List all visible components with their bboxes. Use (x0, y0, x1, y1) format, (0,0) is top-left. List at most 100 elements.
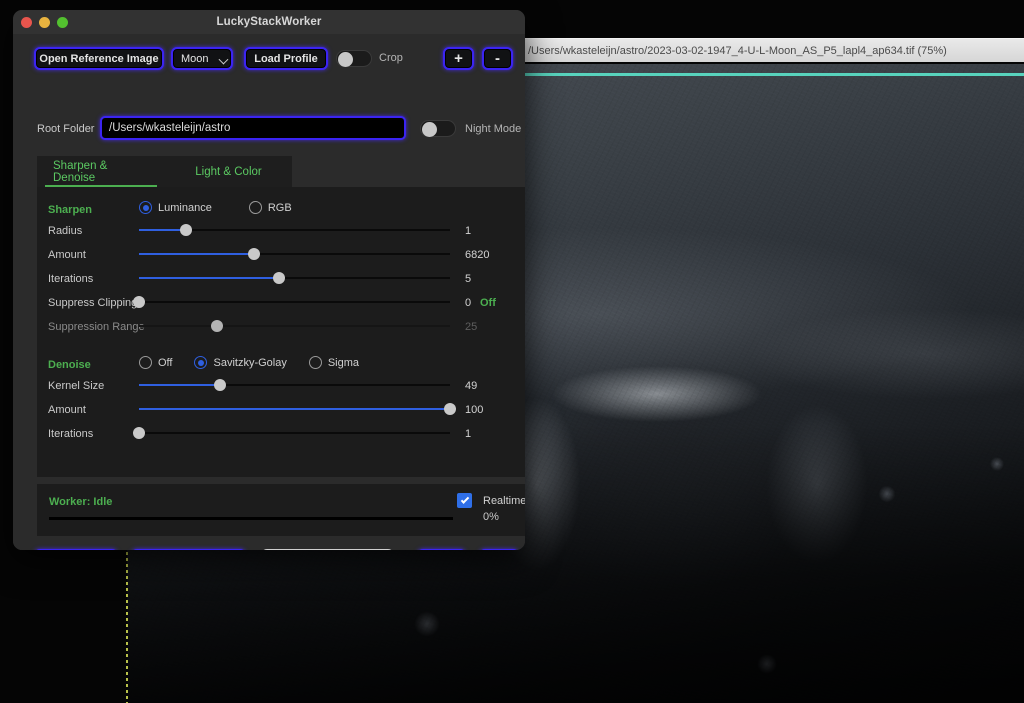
sharpen-section-title: Sharpen (48, 204, 93, 216)
value-denoise-iterations: 1 (465, 428, 472, 440)
zoom-out-button[interactable]: - (482, 47, 513, 70)
value-denoise-amount: 100 (465, 404, 484, 416)
screen: /Users/wkasteleijn/astro/2023-03-02-1947… (0, 0, 1024, 703)
footer-bar: Apply Profile Save Reference Image Downl… (13, 544, 525, 550)
label-denoise-kernel-size: Kernel Size (48, 380, 105, 392)
radio-denoise-sigma[interactable]: Sigma (308, 356, 360, 369)
slider-fill (139, 384, 220, 386)
radio-label: Sigma (327, 356, 360, 369)
slider-denoise-kernel-size[interactable] (139, 377, 450, 393)
radio-icon (308, 356, 322, 369)
tab-bar: Sharpen & Denoise Light & Color (37, 156, 292, 187)
slider-thumb[interactable] (213, 379, 226, 391)
viewer-titlebar[interactable]: /Users/wkasteleijn/astro/2023-03-02-1947… (524, 38, 1024, 62)
radio-denoise-off[interactable]: Off (139, 356, 172, 369)
about-button[interactable]: About (417, 549, 466, 550)
root-folder-input[interactable]: /Users/wkasteleijn/astro (100, 116, 406, 140)
profile-select[interactable]: Moon (171, 47, 233, 70)
slider-denoise-amount[interactable] (139, 401, 456, 417)
radio-label: Off (158, 356, 173, 369)
label-denoise-iterations: Iterations (48, 428, 94, 440)
value-sharpen-amount: 6820 (465, 249, 490, 261)
profile-select-value: Moon (181, 52, 209, 65)
slider-sharpen-iterations[interactable] (139, 270, 450, 286)
value-sharpen-iterations: 5 (465, 273, 472, 285)
check-icon (460, 494, 469, 504)
slider-thumb[interactable] (210, 320, 223, 332)
download-newer-version-button[interactable]: Download newer version! (261, 549, 394, 550)
window-titlebar[interactable]: LuckyStackWorker (13, 10, 525, 34)
minimize-button[interactable] (39, 17, 50, 28)
settings-panel: Sharpen Luminance RGB Radius 1 Amount 68… (37, 187, 525, 477)
label-sharpen-radius: Radius (48, 225, 83, 237)
label-suppression-range: Suppression Range (48, 321, 145, 333)
denoise-mode-radios: Off Savitzky-Golay Sigma (139, 356, 373, 369)
tab-light-color[interactable]: Light & Color (165, 156, 292, 187)
suppress-clipping-state: Off (480, 297, 496, 309)
zoom-in-button[interactable]: + (443, 47, 474, 70)
worker-progress-percent: 0% (483, 511, 499, 523)
realtime-checkbox[interactable] (457, 493, 472, 508)
slider-fill (139, 408, 450, 410)
load-profile-button[interactable]: Load Profile (244, 47, 328, 70)
slider-fill (139, 229, 186, 231)
toolbar-secondary: Root Folder /Users/wkasteleijn/astro Nig… (13, 116, 525, 144)
exit-button[interactable]: Exit (479, 549, 519, 550)
radio-sharpen-rgb[interactable]: RGB (248, 201, 292, 214)
realtime-label: Realtime (483, 495, 525, 507)
slider-thumb[interactable] (248, 248, 261, 260)
save-reference-image-button[interactable]: Save Reference Image (131, 549, 246, 550)
value-suppress-clipping: 0 (465, 297, 472, 309)
crop-label: Crop (379, 52, 403, 64)
worker-status-text: Worker: Idle (49, 496, 113, 508)
night-mode-toggle-knob (422, 122, 437, 137)
radio-sharpen-luminance[interactable]: Luminance (139, 201, 212, 214)
open-reference-image-button[interactable]: Open Reference Image (34, 47, 164, 70)
slider-thumb[interactable] (272, 272, 285, 284)
toolbar-primary: Open Reference Image Moon Load Profile C… (13, 47, 525, 77)
label-sharpen-amount: Amount (48, 249, 86, 261)
root-folder-label: Root Folder (37, 123, 95, 135)
slider-fill (139, 253, 255, 255)
crop-toggle[interactable] (336, 50, 372, 67)
tab-sharpen-denoise[interactable]: Sharpen & Denoise (37, 156, 165, 187)
maximize-button[interactable] (57, 17, 68, 28)
slider-sharpen-radius[interactable] (139, 222, 450, 238)
value-denoise-kernel-size: 49 (465, 380, 478, 392)
crop-selection-left-edge (126, 540, 128, 703)
slider-thumb[interactable] (444, 403, 456, 415)
slider-suppress-clipping[interactable] (133, 294, 450, 310)
slider-track (139, 301, 450, 303)
value-sharpen-radius: 1 (465, 225, 472, 237)
radio-icon (139, 356, 152, 369)
slider-thumb[interactable] (179, 224, 192, 236)
slider-suppression-range[interactable] (139, 318, 450, 334)
chevron-down-icon (218, 54, 229, 64)
worker-progress-bar (49, 517, 453, 520)
luckystackworker-window: LuckyStackWorker Open Reference Image Mo… (13, 10, 525, 550)
label-denoise-amount: Amount (48, 404, 86, 416)
slider-thumb[interactable] (133, 427, 145, 439)
radio-icon (139, 201, 152, 214)
radio-label: Savitzky-Golay (213, 356, 287, 369)
window-controls (21, 17, 68, 28)
radio-icon (194, 356, 208, 369)
radio-label: RGB (267, 201, 292, 214)
slider-thumb[interactable] (133, 296, 145, 308)
root-folder-value: /Users/wkasteleijn/astro (109, 122, 231, 134)
radio-label: Luminance (158, 201, 212, 214)
slider-sharpen-amount[interactable] (139, 246, 450, 262)
radio-denoise-savitzky-golay[interactable]: Savitzky-Golay (194, 356, 287, 369)
crop-toggle-knob (338, 52, 353, 67)
viewer-file-path: /Users/wkasteleijn/astro/2023-03-02-1947… (528, 44, 947, 57)
worker-status-panel: Worker: Idle Realtime 0% (37, 484, 525, 536)
night-mode-toggle[interactable] (420, 120, 456, 137)
apply-profile-button[interactable]: Apply Profile (34, 549, 118, 550)
label-sharpen-iterations: Iterations (48, 273, 94, 285)
window-title: LuckyStackWorker (216, 16, 322, 28)
slider-fill (139, 325, 217, 327)
night-mode-label: Night Mode (465, 123, 522, 135)
close-button[interactable] (21, 17, 32, 28)
slider-denoise-iterations[interactable] (133, 425, 450, 441)
denoise-section-title: Denoise (48, 359, 91, 371)
